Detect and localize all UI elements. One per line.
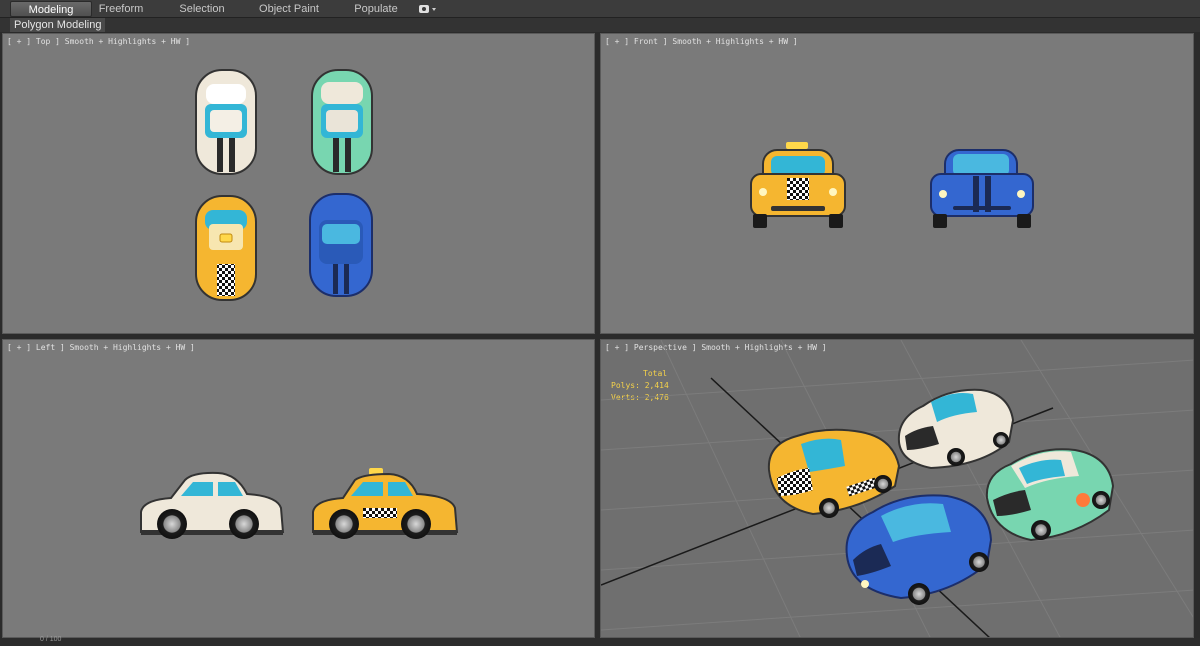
camera-dropdown-icon[interactable]	[418, 3, 440, 15]
tab-freeform[interactable]: Freeform	[86, 1, 156, 17]
viewport-left-scene	[140, 468, 459, 539]
viewport-front-scene	[750, 142, 1034, 228]
ribbon-panel-bar: Polygon Modeling	[0, 18, 1200, 32]
white-car-perspective[interactable]	[897, 388, 1015, 470]
viewport-top-scene	[195, 69, 373, 301]
viewport-left[interactable]: [ + ] Left ] Smooth + Highlights + HW ]	[2, 339, 595, 638]
status-text: 0 / 100	[40, 636, 62, 643]
viewport-front[interactable]: [ + ] Front ] Smooth + Highlights + HW ]	[600, 33, 1194, 334]
blue-car-front-view[interactable]	[930, 149, 1034, 228]
blue-car-top-view[interactable]	[309, 193, 373, 297]
white-car-top-view[interactable]	[195, 69, 257, 175]
polygon-modeling-tab[interactable]: Polygon Modeling	[10, 18, 106, 32]
taxi-car-front-view[interactable]	[750, 142, 846, 228]
white-car-side-view[interactable]	[140, 471, 285, 539]
tab-populate[interactable]: Populate	[344, 1, 408, 17]
ribbon-tab-bar: Modeling Freeform Selection Object Paint…	[0, 0, 1200, 18]
taxi-car-top-view[interactable]	[195, 195, 257, 301]
tab-object-paint[interactable]: Object Paint	[252, 1, 326, 17]
viewport-perspective[interactable]: [ + ] Perspective ] Smooth + Highlights …	[600, 339, 1194, 638]
tab-modeling[interactable]: Modeling	[10, 1, 92, 17]
viewport-top[interactable]: [ + ] Top ] Smooth + Highlights + HW ]	[2, 33, 595, 334]
mint-car-perspective[interactable]	[985, 448, 1115, 542]
mint-car-top-view[interactable]	[311, 69, 373, 175]
taxi-car-perspective[interactable]	[767, 428, 901, 518]
tab-selection[interactable]: Selection	[166, 1, 238, 17]
blue-car-perspective[interactable]	[845, 494, 993, 605]
status-bar: 0 / 100	[0, 636, 1200, 646]
taxi-car-side-view[interactable]	[312, 468, 459, 539]
viewport-perspective-scene	[601, 340, 1193, 637]
